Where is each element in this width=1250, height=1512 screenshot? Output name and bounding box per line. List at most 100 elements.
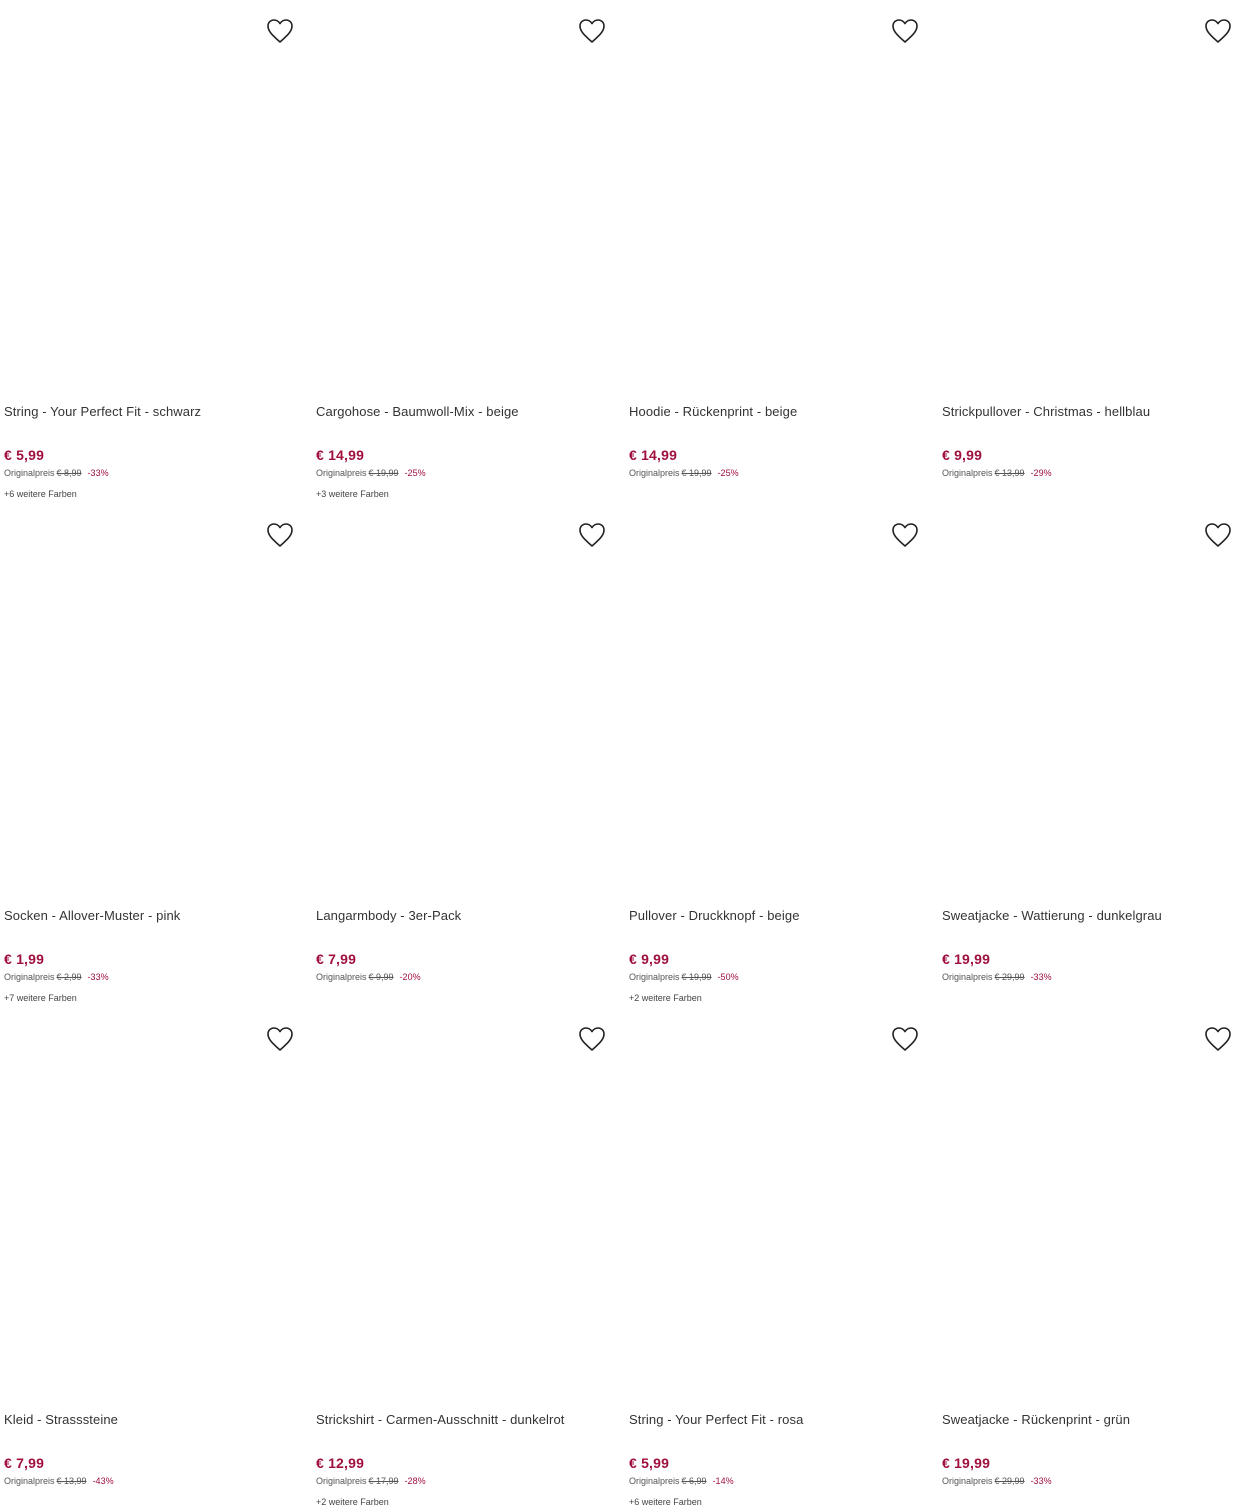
product-image[interactable] bbox=[312, 1008, 612, 1398]
product-grid: String - Your Perfect Fit - schwarz € 5,9… bbox=[0, 0, 1250, 1512]
product-image[interactable] bbox=[0, 1008, 300, 1398]
original-price-line: Originalpreis € 13,99 -43% bbox=[4, 1476, 114, 1486]
discount-badge: -29% bbox=[1030, 468, 1052, 478]
product-title[interactable]: Pullover - Druckknopf - beige bbox=[629, 908, 800, 923]
original-price-line: Originalpreis € 13,99 -29% bbox=[942, 468, 1052, 478]
product-title[interactable]: Sweatjacke - Wattierung - dunkelgrau bbox=[942, 908, 1162, 923]
product-price: € 12,99 bbox=[316, 1455, 365, 1471]
discount-badge: -14% bbox=[712, 1476, 734, 1486]
heart-outline-icon[interactable] bbox=[578, 1026, 608, 1054]
original-price-label: Originalpreis bbox=[4, 1476, 55, 1486]
more-colors-link[interactable]: +2 weitere Farben bbox=[629, 993, 702, 1003]
product-price: € 7,99 bbox=[316, 951, 357, 967]
product-image[interactable] bbox=[938, 1008, 1238, 1398]
discount-badge: -25% bbox=[404, 468, 426, 478]
heart-outline-icon[interactable] bbox=[891, 522, 921, 550]
more-colors-link[interactable]: +2 weitere Farben bbox=[316, 1497, 389, 1507]
product-image[interactable] bbox=[625, 504, 925, 894]
product-card[interactable]: Kleid - Strasssteine € 7,99 Originalpreis €… bbox=[0, 1008, 300, 1512]
product-price: € 1,99 bbox=[4, 951, 45, 967]
discount-badge: -33% bbox=[87, 972, 109, 982]
original-price-label: Originalpreis bbox=[629, 1476, 680, 1486]
original-price-line: Originalpreis € 19,99 -25% bbox=[629, 468, 739, 478]
product-card[interactable]: Langarmbody - 3er-Pack € 7,99 Originalprei… bbox=[312, 504, 612, 1008]
product-image[interactable] bbox=[625, 0, 925, 390]
product-price: € 5,99 bbox=[4, 447, 45, 463]
original-price-label: Originalpreis bbox=[629, 972, 680, 982]
product-title[interactable]: Langarmbody - 3er-Pack bbox=[316, 908, 461, 923]
original-price-label: Originalpreis bbox=[942, 1476, 993, 1486]
product-card[interactable]: Strickpullover - Christmas - hellblau € 9… bbox=[938, 0, 1238, 504]
original-price-label: Originalpreis bbox=[942, 468, 993, 478]
original-price-label: Originalpreis bbox=[316, 972, 367, 982]
product-card[interactable]: String - Your Perfect Fit - rosa € 5,99 Or… bbox=[625, 1008, 925, 1512]
heart-outline-icon[interactable] bbox=[266, 522, 296, 550]
product-title[interactable]: Strickpullover - Christmas - hellblau bbox=[942, 404, 1150, 419]
product-title[interactable]: Socken - Allover-Muster - pink bbox=[4, 908, 180, 923]
original-price-label: Originalpreis bbox=[4, 972, 55, 982]
product-title[interactable]: Sweatjacke - Rückenprint - grün bbox=[942, 1412, 1130, 1427]
product-price: € 14,99 bbox=[316, 447, 365, 463]
heart-outline-icon[interactable] bbox=[1204, 1026, 1234, 1054]
heart-outline-icon[interactable] bbox=[266, 1026, 296, 1054]
heart-outline-icon[interactable] bbox=[578, 18, 608, 46]
product-card[interactable]: Cargohose - Baumwoll-Mix - beige € 14,99 O… bbox=[312, 0, 612, 504]
product-title[interactable]: String - Your Perfect Fit - rosa bbox=[629, 1412, 803, 1427]
more-colors-link[interactable]: +6 weitere Farben bbox=[629, 1497, 702, 1507]
original-price-line: Originalpreis € 29,99 -33% bbox=[942, 972, 1052, 982]
product-title[interactable]: Cargohose - Baumwoll-Mix - beige bbox=[316, 404, 519, 419]
product-image[interactable] bbox=[938, 504, 1238, 894]
original-price-line: Originalpreis € 29,99 -33% bbox=[942, 1476, 1052, 1486]
product-card[interactable]: Strickshirt - Carmen-Ausschnitt - dunkel… bbox=[312, 1008, 612, 1512]
original-price-line: Originalpreis € 6,99 -14% bbox=[629, 1476, 734, 1486]
original-price: € 19,99 bbox=[681, 468, 712, 478]
original-price-line: Originalpreis € 8,99 -33% bbox=[4, 468, 109, 478]
heart-outline-icon[interactable] bbox=[891, 18, 921, 46]
heart-outline-icon[interactable] bbox=[891, 1026, 921, 1054]
product-title[interactable]: Hoodie - Rückenprint - beige bbox=[629, 404, 797, 419]
original-price: € 8,99 bbox=[56, 468, 82, 478]
product-image[interactable] bbox=[938, 0, 1238, 390]
discount-badge: -33% bbox=[87, 468, 109, 478]
heart-outline-icon[interactable] bbox=[1204, 522, 1234, 550]
product-price: € 7,99 bbox=[4, 1455, 45, 1471]
original-price: € 13,99 bbox=[994, 468, 1025, 478]
discount-badge: -28% bbox=[404, 1476, 426, 1486]
original-price-label: Originalpreis bbox=[316, 468, 367, 478]
discount-badge: -50% bbox=[717, 972, 739, 982]
product-image[interactable] bbox=[0, 504, 300, 894]
more-colors-link[interactable]: +3 weitere Farben bbox=[316, 489, 389, 499]
product-price: € 9,99 bbox=[942, 447, 983, 463]
product-card[interactable]: Pullover - Druckknopf - beige € 9,99 Origi… bbox=[625, 504, 925, 1008]
product-image[interactable] bbox=[312, 504, 612, 894]
original-price-line: Originalpreis € 19,99 -50% bbox=[629, 972, 739, 982]
original-price: € 29,99 bbox=[994, 972, 1025, 982]
product-image[interactable] bbox=[625, 1008, 925, 1398]
product-price: € 14,99 bbox=[629, 447, 678, 463]
product-price: € 19,99 bbox=[942, 951, 991, 967]
product-title[interactable]: String - Your Perfect Fit - schwarz bbox=[4, 404, 201, 419]
product-image[interactable] bbox=[0, 0, 300, 390]
product-card[interactable]: Sweatjacke - Rückenprint - grün € 19,99 Or… bbox=[938, 1008, 1238, 1512]
original-price-line: Originalpreis € 19,99 -25% bbox=[316, 468, 426, 478]
product-title[interactable]: Strickshirt - Carmen-Ausschnitt - dunkel… bbox=[316, 1412, 564, 1427]
original-price-line: Originalpreis € 9,99 -20% bbox=[316, 972, 421, 982]
product-card[interactable]: String - Your Perfect Fit - schwarz € 5,9… bbox=[0, 0, 300, 504]
original-price-label: Originalpreis bbox=[942, 972, 993, 982]
original-price-label: Originalpreis bbox=[4, 468, 55, 478]
product-card[interactable]: Sweatjacke - Wattierung - dunkelgrau € 19… bbox=[938, 504, 1238, 1008]
original-price-label: Originalpreis bbox=[316, 1476, 367, 1486]
product-image[interactable] bbox=[312, 0, 612, 390]
product-price: € 9,99 bbox=[629, 951, 670, 967]
product-title[interactable]: Kleid - Strasssteine bbox=[4, 1412, 118, 1427]
heart-outline-icon[interactable] bbox=[266, 18, 296, 46]
heart-outline-icon[interactable] bbox=[1204, 18, 1234, 46]
original-price: € 9,99 bbox=[368, 972, 394, 982]
more-colors-link[interactable]: +6 weitere Farben bbox=[4, 489, 77, 499]
original-price: € 13,99 bbox=[56, 1476, 87, 1486]
original-price-line: Originalpreis € 2,99 -33% bbox=[4, 972, 109, 982]
more-colors-link[interactable]: +7 weitere Farben bbox=[4, 993, 77, 1003]
product-card[interactable]: Socken - Allover-Muster - pink € 1,99 Orig… bbox=[0, 504, 300, 1008]
heart-outline-icon[interactable] bbox=[578, 522, 608, 550]
product-card[interactable]: Hoodie - Rückenprint - beige € 14,99 Origi… bbox=[625, 0, 925, 504]
